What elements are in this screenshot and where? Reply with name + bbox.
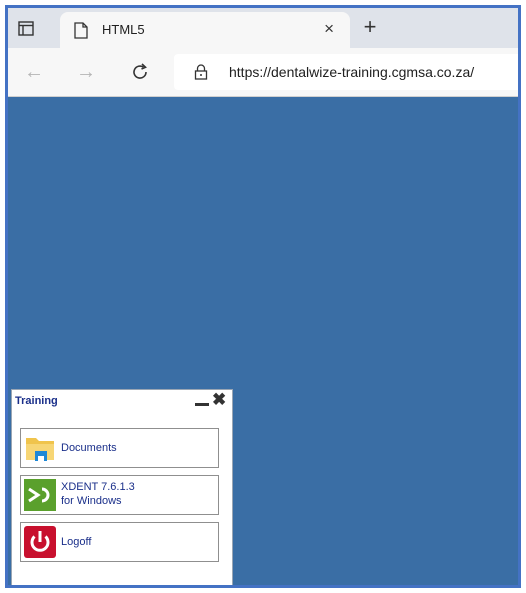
lock-icon[interactable] bbox=[194, 64, 208, 85]
tab-bar: HTML5 × + bbox=[8, 8, 518, 48]
tab-actions-icon[interactable] bbox=[16, 18, 36, 38]
url-text: https://dentalwize-training.cgmsa.co.za/ bbox=[229, 64, 475, 80]
document-icon bbox=[74, 22, 88, 44]
new-tab-icon[interactable]: + bbox=[358, 16, 382, 40]
xdent-icon bbox=[24, 479, 56, 511]
tab-title: HTML5 bbox=[102, 22, 145, 37]
url-field[interactable]: https://dentalwize-training.cgmsa.co.za/ bbox=[174, 54, 518, 90]
back-icon[interactable]: ← bbox=[22, 60, 46, 84]
app-label: XDENT 7.6.1.3 bbox=[61, 481, 135, 493]
app-label-line2: for Windows bbox=[61, 495, 122, 507]
close-icon[interactable]: ✖ bbox=[212, 391, 226, 409]
refresh-icon[interactable] bbox=[128, 60, 152, 84]
power-icon bbox=[24, 526, 56, 558]
app-label: Documents bbox=[61, 442, 117, 454]
tab-close-icon[interactable]: × bbox=[324, 19, 334, 39]
tab-html5[interactable]: HTML5 × bbox=[60, 12, 350, 48]
app-documents-button[interactable]: Documents bbox=[20, 428, 219, 468]
forward-icon[interactable]: → bbox=[74, 60, 98, 84]
app-logoff-button[interactable]: Logoff bbox=[20, 522, 219, 562]
panel-title: Training bbox=[15, 395, 58, 407]
app-xdent-button[interactable]: XDENT 7.6.1.3 for Windows bbox=[20, 475, 219, 515]
address-bar: ← → https://dentalwize-training.cgmsa.co… bbox=[8, 48, 518, 97]
browser-window: HTML5 × + ← → https://dentalwize-trainin… bbox=[5, 5, 521, 588]
folder-icon bbox=[24, 432, 56, 464]
minimize-icon[interactable] bbox=[195, 398, 209, 406]
training-panel: Training ✖ Documents XDENT 7.6.1.3 for W… bbox=[11, 389, 233, 585]
app-label: Logoff bbox=[61, 536, 92, 548]
